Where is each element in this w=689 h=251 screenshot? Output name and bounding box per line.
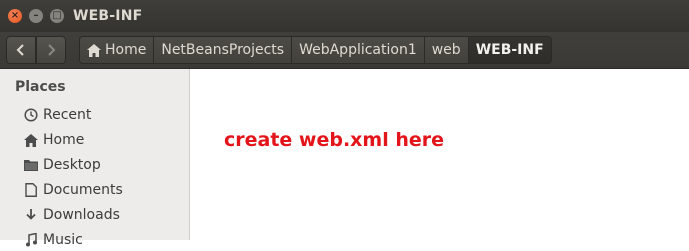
close-window-button[interactable]: ×	[8, 9, 22, 23]
sidebar-item-label: Desktop	[43, 157, 101, 173]
breadcrumb-web[interactable]: web	[424, 36, 469, 64]
back-button[interactable]	[6, 36, 36, 64]
breadcrumb-web-inf[interactable]: WEB-INF	[468, 36, 552, 64]
file-view[interactable]: create web.xml here	[190, 69, 689, 240]
home-icon	[24, 133, 38, 147]
sidebar-item-home[interactable]: Home	[24, 129, 84, 151]
breadcrumb: Home NetBeansProjects WebApplication1 we…	[79, 36, 552, 64]
title-bar: × – □ WEB-INF	[0, 0, 689, 32]
folder-icon	[24, 158, 38, 172]
sidebar-item-downloads[interactable]: Downloads	[24, 204, 120, 226]
document-icon	[24, 183, 38, 197]
music-icon	[24, 233, 38, 247]
sidebar-item-music[interactable]: Music	[24, 229, 83, 251]
forward-button[interactable]	[36, 36, 66, 64]
breadcrumb-label: web	[431, 42, 461, 58]
sidebar-header: Places	[15, 79, 66, 95]
breadcrumb-label: WebApplication1	[299, 42, 417, 58]
home-icon	[87, 43, 101, 57]
breadcrumb-home[interactable]: Home	[79, 36, 155, 64]
sidebar-item-label: Documents	[43, 182, 123, 198]
breadcrumb-netbeansprojects[interactable]: NetBeansProjects	[154, 36, 293, 64]
window-title: WEB-INF	[73, 8, 143, 24]
sidebar-item-label: Home	[43, 132, 85, 148]
chevron-right-icon	[48, 44, 56, 56]
annotation-text: create web.xml here	[224, 129, 445, 151]
minimize-window-button[interactable]: –	[29, 9, 43, 23]
sidebar-item-documents[interactable]: Documents	[24, 179, 123, 201]
breadcrumb-webapplication1[interactable]: WebApplication1	[292, 36, 425, 64]
sidebar: Places Recent Home Desktop Documents Dow…	[0, 69, 190, 248]
clock-icon	[24, 108, 38, 122]
sidebar-item-desktop[interactable]: Desktop	[24, 154, 101, 176]
maximize-window-button[interactable]: □	[50, 9, 64, 23]
download-icon	[24, 208, 38, 222]
chevron-left-icon	[16, 44, 24, 56]
breadcrumb-label: NetBeansProjects	[161, 42, 285, 58]
sidebar-item-label: Recent	[43, 107, 92, 123]
toolbar: Home NetBeansProjects WebApplication1 we…	[0, 32, 689, 91]
sidebar-item-label: Music	[43, 232, 83, 248]
breadcrumb-label: Home	[105, 42, 147, 58]
sidebar-item-recent[interactable]: Recent	[24, 104, 91, 126]
breadcrumb-label: WEB-INF	[475, 42, 544, 58]
sidebar-item-label: Downloads	[43, 207, 120, 223]
